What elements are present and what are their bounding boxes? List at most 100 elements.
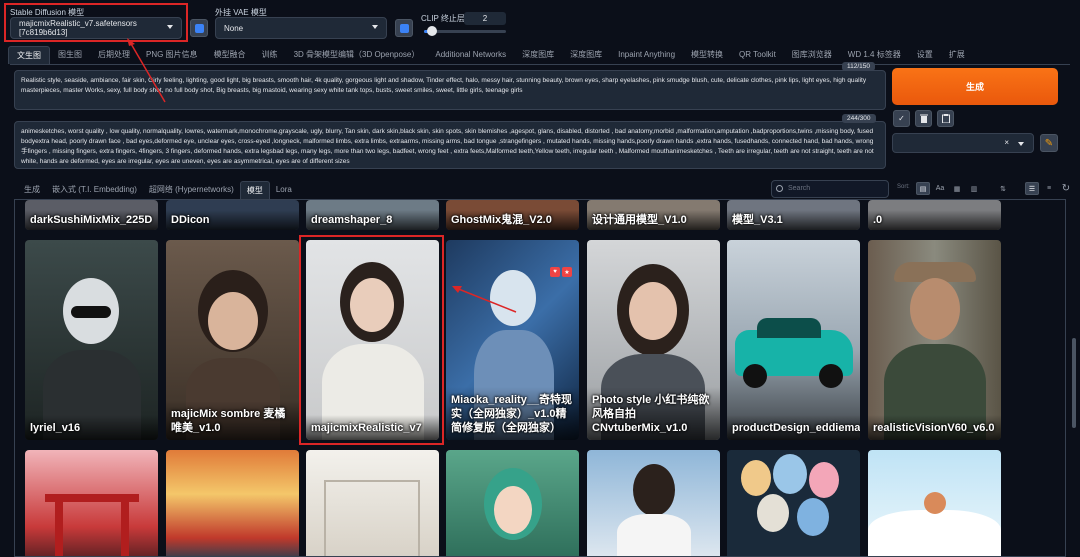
tab-4[interactable]: 模型融合 xyxy=(206,46,254,64)
clip-slider[interactable] xyxy=(424,26,506,36)
tab-0[interactable]: 文生图 xyxy=(8,46,50,64)
extra-networks-tab-2[interactable]: 超网络 (Hypernetworks) xyxy=(143,181,240,199)
model-card[interactable]: 设计通用模型_V1.0 xyxy=(587,200,720,230)
extra-networks-tab-0[interactable]: 生成 xyxy=(18,181,46,199)
sort-date-created-icon[interactable]: ▦ xyxy=(950,182,964,195)
heart-icon[interactable]: ♥ xyxy=(550,267,560,277)
model-card-lyriel[interactable]: lyriel_v16 xyxy=(25,240,158,440)
sort-path-icon[interactable]: ▤ xyxy=(916,182,930,195)
tab-1[interactable]: 图生图 xyxy=(50,46,90,64)
vae-value: None xyxy=(224,23,244,33)
model-card[interactable] xyxy=(25,450,158,556)
refresh-icon xyxy=(194,23,204,33)
chevron-down-icon xyxy=(1018,142,1024,146)
model-card[interactable] xyxy=(446,450,579,556)
styles-dropdown[interactable]: × xyxy=(892,133,1034,153)
extra-networks-search[interactable]: Search xyxy=(771,180,889,198)
highlight-box-sd-model xyxy=(4,3,188,42)
model-card[interactable]: darkSushiMixMix_225D xyxy=(25,200,158,230)
tab-7[interactable]: Additional Networks xyxy=(427,46,514,64)
card-preview xyxy=(757,494,789,532)
tab-3[interactable]: PNG 图片信息 xyxy=(138,46,206,64)
model-card[interactable]: dreamshaper_8 xyxy=(306,200,439,230)
model-card[interactable]: .0 xyxy=(868,200,1001,230)
vae-dropdown[interactable]: None xyxy=(215,17,387,39)
tab-13[interactable]: 图库浏览器 xyxy=(784,46,840,64)
tab-6[interactable]: 3D 骨架模型编辑（3D Openpose） xyxy=(286,46,428,64)
extra-networks-tabs: 生成 嵌入式 (T.I. Embedding) 超网络 (Hypernetworks… xyxy=(18,181,298,199)
card-preview xyxy=(71,306,111,318)
tab-16[interactable]: 扩展 xyxy=(941,46,973,64)
tree-view-icon[interactable]: ≡ xyxy=(1042,182,1056,195)
negative-prompt-input[interactable]: animesketches, worst quality , low quali… xyxy=(14,121,886,169)
positive-prompt-input[interactable]: Realistic style, seaside, ambiance, fair… xyxy=(14,70,886,110)
model-card-majicmix-sombre[interactable]: majicMix sombre 麦橘唯美_v1.0 xyxy=(166,240,299,440)
model-card[interactable] xyxy=(587,450,720,556)
clip-slider-knob[interactable] xyxy=(427,26,438,36)
card-title: darkSushiMixMix_225D xyxy=(25,210,158,230)
card-title: productDesign_eddiemauro20 xyxy=(727,415,860,440)
card-preview xyxy=(924,492,946,514)
extra-networks-tab-3[interactable]: 模型 xyxy=(239,181,270,199)
model-card-miaoka[interactable]: ♥ ★ Miaoka_reality__奇特现实（全网独家）_v1.0精简修复版… xyxy=(446,240,579,440)
card-preview xyxy=(45,494,139,502)
card-preview xyxy=(743,364,767,388)
card-title: Miaoka_reality__奇特现实（全网独家）_v1.0精简修复版（全网独… xyxy=(446,387,579,440)
extra-networks-tab-1[interactable]: 嵌入式 (T.I. Embedding) xyxy=(46,181,143,199)
card-view-icon[interactable]: ☰ xyxy=(1025,182,1039,195)
model-card[interactable] xyxy=(727,450,860,556)
clipboard-icon[interactable] xyxy=(937,110,954,127)
brush-icon[interactable]: ✎ xyxy=(1040,134,1058,152)
chevron-down-icon xyxy=(372,25,378,29)
sort-label: Sort: xyxy=(897,184,910,190)
negative-token-count: 244/300 xyxy=(842,114,876,123)
model-card[interactable] xyxy=(868,450,1001,556)
refresh-model-button[interactable] xyxy=(190,19,208,37)
card-preview xyxy=(208,292,258,350)
model-card-photo-style[interactable]: Photo style 小红书纯欲风格自拍 CNvtuberMix_v1.0 xyxy=(587,240,720,440)
grid-scrollbar[interactable] xyxy=(1072,338,1076,428)
tab-11[interactable]: 模型转换 xyxy=(683,46,731,64)
model-card[interactable] xyxy=(306,450,439,556)
refresh-vae-button[interactable] xyxy=(395,19,413,37)
model-card[interactable]: 模型_V3.1 xyxy=(727,200,860,230)
card-title: GhostMix鬼混_V2.0 xyxy=(446,210,579,230)
trash-icon[interactable] xyxy=(915,110,932,127)
card-preview xyxy=(490,270,536,326)
tabs-divider xyxy=(10,64,1070,65)
clear-style-icon[interactable]: × xyxy=(1004,138,1009,147)
refresh-icon[interactable]: ↻ xyxy=(1059,182,1073,195)
model-card[interactable] xyxy=(166,450,299,556)
sort-date-modified-icon[interactable]: ▥ xyxy=(967,182,981,195)
model-card-productdesign[interactable]: productDesign_eddiemauro20 xyxy=(727,240,860,440)
tab-10[interactable]: Inpaint Anything xyxy=(610,46,683,64)
card-preview xyxy=(809,462,839,498)
card-preview xyxy=(868,510,1001,556)
card-preview xyxy=(741,460,771,496)
tab-12[interactable]: QR Toolkit xyxy=(731,46,784,64)
highlight-box-selected-card xyxy=(299,235,444,445)
card-preview xyxy=(773,454,807,494)
tab-8[interactable]: 深度图库 xyxy=(514,46,562,64)
card-preview xyxy=(617,514,691,556)
check-icon[interactable]: ✓ xyxy=(893,110,910,127)
tab-9[interactable]: 深度图库 xyxy=(562,46,610,64)
main-tabs: 文生图 图生图 后期处理 PNG 图片信息 模型融合 训练 3D 骨架模型编辑（3D Ope… xyxy=(8,46,973,64)
card-preview xyxy=(910,278,960,340)
model-card-realisticvision[interactable]: realisticVisionV60_v6.0 xyxy=(868,240,1001,440)
tab-15[interactable]: 设置 xyxy=(909,46,941,64)
sort-direction-icon[interactable]: ⇅ xyxy=(996,182,1010,195)
card-preview xyxy=(757,318,821,338)
card-title: majicMix sombre 麦橘唯美_v1.0 xyxy=(166,401,299,440)
card-title: 设计通用模型_V1.0 xyxy=(587,210,720,230)
generate-button[interactable]: 生成 xyxy=(892,68,1058,105)
tab-5[interactable]: 训练 xyxy=(254,46,286,64)
model-card[interactable]: DDicon xyxy=(166,200,299,230)
clip-value-input[interactable]: 2 xyxy=(464,12,506,25)
sort-name-icon[interactable]: Aa xyxy=(933,182,947,195)
extra-networks-tab-4[interactable]: Lora xyxy=(270,181,298,199)
tab-2[interactable]: 后期处理 xyxy=(90,46,138,64)
star-icon[interactable]: ★ xyxy=(562,267,572,277)
model-card[interactable]: GhostMix鬼混_V2.0 xyxy=(446,200,579,230)
card-preview xyxy=(819,364,843,388)
